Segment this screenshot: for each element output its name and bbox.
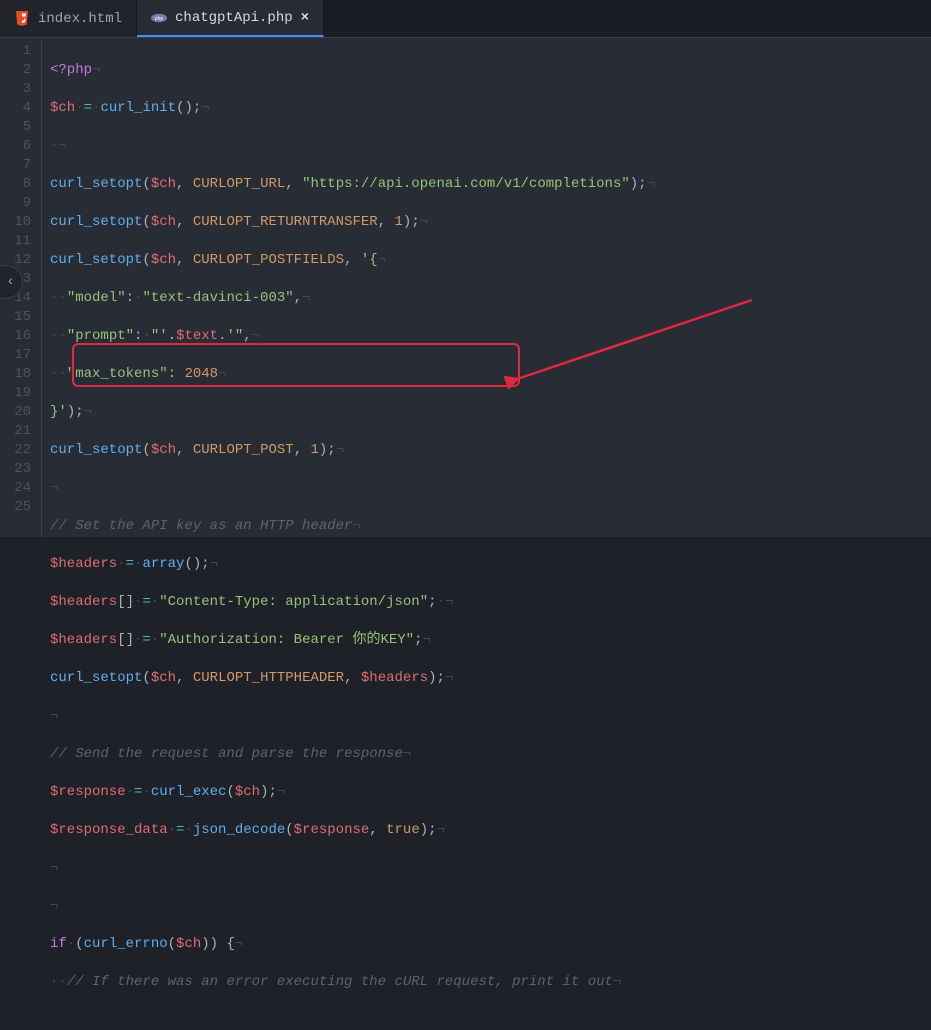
chevron-left-icon: ‹ [6,274,14,290]
code-area[interactable]: <?php¬ $ch·=·curl_init();¬ ·¬ curl_setop… [42,38,931,537]
code-token: curl_errno [84,936,168,952]
editor-tabs: index.html php chatgptApi.php × [0,0,931,38]
code-token: curl_exec [151,784,227,800]
code-token: array [142,556,184,572]
code-comment: // If there was an error executing the c… [67,974,613,990]
code-token: "text-davinci-003" [142,290,293,306]
code-token: CURLOPT_HTTPHEADER [193,670,344,686]
code-token: 1 [311,442,319,458]
code-token: $response [50,784,126,800]
code-token: $headers [50,632,117,648]
code-token: CURLOPT_POST [193,442,294,458]
code-token: if [50,936,67,952]
code-editor: 1 2 3 4 5 6 7 8 9 10 11 12 13 14 15 16 1… [0,38,931,537]
code-token: "' [151,328,168,344]
code-token: curl_setopt [50,252,142,268]
code-token: json_decode [193,822,285,838]
code-token: $ch [176,936,201,952]
tab-index-html[interactable]: index.html [0,0,137,37]
html5-icon [14,11,30,27]
code-token: 2048 [184,366,218,382]
code-token: "Authorization: Bearer 你的KEY" [159,632,414,648]
tab-label: chatgptApi.php [175,10,293,26]
svg-text:php: php [155,16,164,22]
code-token: $ch [151,176,176,192]
code-token: curl_init [100,100,176,116]
code-token: }' [50,404,67,420]
code-token: curl_setopt [50,176,142,192]
php-icon: php [151,10,167,26]
code-token: curl_setopt [50,214,142,230]
code-token: true [386,822,420,838]
tab-chatgptapi-php[interactable]: php chatgptApi.php × [137,0,324,37]
code-token: $response_data [50,822,168,838]
code-comment: // Set the API key as an HTTP header [50,518,352,534]
code-token: $text [176,328,218,344]
code-token: "max_tokens" [67,366,168,382]
close-icon[interactable]: × [301,10,309,26]
code-token: curl_setopt [50,670,142,686]
code-token: "prompt" [67,328,134,344]
code-token: $ch [151,670,176,686]
code-token: <?php [50,62,92,78]
code-token: $headers [50,556,117,572]
code-token: $ch [235,784,260,800]
code-token: '{ [361,252,378,268]
code-token: curl_setopt [50,442,142,458]
code-token: CURLOPT_URL [193,176,285,192]
code-token: $ch [151,214,176,230]
code-token: 1 [395,214,403,230]
code-token: $ch [151,442,176,458]
code-token: "Content-Type: application/json" [159,594,428,610]
code-token: $headers [361,670,428,686]
code-token: CURLOPT_POSTFIELDS [193,252,344,268]
code-token: CURLOPT_RETURNTRANSFER [193,214,378,230]
code-token: $ch [50,100,75,116]
code-token: '" [226,328,243,344]
code-token: $response [294,822,370,838]
code-token: $headers [50,594,117,610]
code-comment: // Send the request and parse the respon… [50,746,403,762]
code-token: "https://api.openai.com/v1/completions" [302,176,630,192]
tab-label: index.html [38,11,122,27]
code-token: $ch [151,252,176,268]
code-token: "model" [67,290,126,306]
